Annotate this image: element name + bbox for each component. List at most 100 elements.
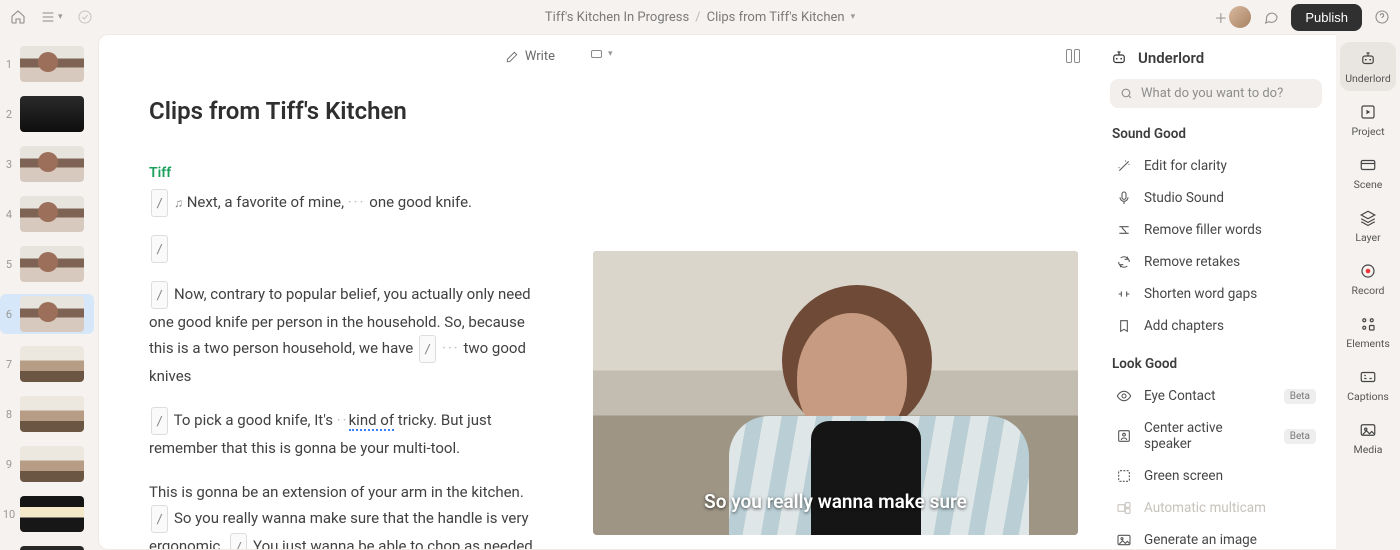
ai-action-bookmark[interactable]: Add chapters	[1110, 310, 1322, 342]
underlord-panel: Underlord What do you want to do? Sound …	[1096, 34, 1336, 550]
ai-action-label: Center active speaker	[1144, 420, 1272, 452]
ai-action-mic-sparkle[interactable]: Studio Sound	[1110, 182, 1322, 214]
rail-label: Captions	[1347, 390, 1389, 403]
thumb-index: 3	[2, 158, 16, 171]
thumbnail	[20, 96, 84, 132]
ai-action-label: Add chapters	[1144, 318, 1224, 334]
sync-status-icon	[77, 9, 93, 25]
rail-project[interactable]: Project	[1340, 95, 1396, 144]
breadcrumb-current[interactable]: Clips from Tiff's Kitchen	[707, 10, 845, 25]
layer-icon	[1359, 209, 1377, 227]
thumb-index: 5	[2, 258, 16, 271]
wand-icon	[1116, 158, 1132, 174]
mic-sparkle-icon	[1116, 190, 1132, 206]
multicam-icon	[1116, 500, 1132, 516]
thumbnail-row[interactable]: 3	[0, 144, 94, 184]
thumbnail	[20, 146, 84, 182]
document-title[interactable]: Clips from Tiff's Kitchen	[149, 97, 541, 125]
rail-layer[interactable]: Layer	[1340, 201, 1396, 250]
thumbnail-row[interactable]: 5	[0, 244, 94, 284]
beta-badge: Beta	[1284, 389, 1316, 404]
layout-toggle-icon[interactable]	[1066, 49, 1082, 63]
rail-captions[interactable]: Captions	[1340, 360, 1396, 409]
ai-action-wand[interactable]: Edit for clarity	[1110, 150, 1322, 182]
video-preview[interactable]: So you really wanna make sure	[593, 251, 1078, 535]
speaker-label[interactable]: Tiff	[149, 165, 541, 181]
write-tool[interactable]: Write	[505, 49, 555, 64]
thumbnail-row[interactable]: 11	[0, 544, 94, 550]
thumb-index: 2	[2, 108, 16, 121]
gap-icon	[1116, 286, 1132, 302]
breadcrumb-sep: /	[695, 10, 700, 25]
ai-action-green[interactable]: Green screen	[1110, 460, 1322, 492]
rail-record[interactable]: Record	[1340, 254, 1396, 303]
video-caption: So you really wanna make sure	[593, 490, 1078, 513]
add-collaborator[interactable]: ＋	[1214, 6, 1251, 28]
aspect-picker[interactable]: ▾	[591, 49, 613, 59]
right-rail: Underlord Project Scene Layer Record Ele…	[1336, 34, 1400, 550]
image-icon	[1116, 532, 1132, 548]
thumb-index: 7	[2, 358, 16, 371]
ai-action-label: Edit for clarity	[1144, 158, 1227, 174]
thumbnail-row[interactable]: 4	[0, 194, 94, 234]
script-line[interactable]: / ♫ Next, a favorite of mine, ··· one go…	[149, 189, 541, 217]
strike-icon	[1116, 222, 1132, 238]
thumbnail	[20, 496, 84, 532]
thumbnail-row[interactable]: 1	[0, 44, 94, 84]
ai-action-label: Studio Sound	[1144, 190, 1224, 206]
rail-scene[interactable]: Scene	[1340, 148, 1396, 197]
ai-action-gap[interactable]: Shorten word gaps	[1110, 278, 1322, 310]
rail-media[interactable]: Media	[1340, 413, 1396, 462]
scene-icon	[1359, 156, 1377, 174]
ai-action-label: Automatic multicam	[1144, 500, 1266, 516]
thumbnail-row[interactable]: 6	[0, 294, 94, 334]
bot-icon	[1359, 50, 1377, 68]
ai-action-center[interactable]: Center active speaker Beta	[1110, 412, 1322, 460]
media-icon	[1359, 421, 1377, 439]
comments-icon[interactable]	[1263, 9, 1279, 25]
thumbnail	[20, 196, 84, 232]
ai-action-strike[interactable]: Remove filler words	[1110, 214, 1322, 246]
script-line[interactable]: / To pick a good knife, It's ··kind of t…	[149, 407, 541, 461]
thumbnail-row[interactable]: 10	[0, 494, 94, 534]
thumbnail	[20, 396, 84, 432]
rail-elements[interactable]: Elements	[1340, 307, 1396, 356]
thumb-index: 9	[2, 458, 16, 471]
ai-search-input[interactable]: What do you want to do?	[1110, 79, 1322, 108]
rail-label: Elements	[1346, 337, 1390, 350]
chevron-down-icon[interactable]: ▾	[851, 12, 856, 22]
list-icon	[40, 9, 56, 25]
music-icon: ♫	[174, 196, 183, 210]
publish-button[interactable]: Publish	[1291, 4, 1362, 31]
rail-bot[interactable]: Underlord	[1340, 42, 1396, 91]
breadcrumb[interactable]: Tiff's Kitchen In Progress / Clips from …	[545, 0, 855, 34]
rail-label: Layer	[1355, 231, 1380, 244]
panel-title: Underlord	[1138, 49, 1204, 67]
thumbnail-row[interactable]: 9	[0, 444, 94, 484]
ai-action-image[interactable]: Generate an image	[1110, 524, 1322, 550]
breadcrumb-root[interactable]: Tiff's Kitchen In Progress	[545, 10, 689, 25]
thumbnail	[20, 446, 84, 482]
thumbnail	[20, 246, 84, 282]
thumbnail-row[interactable]: 8	[0, 394, 94, 434]
help-icon[interactable]	[1374, 9, 1390, 25]
outline-menu[interactable]: ▾	[40, 9, 63, 25]
rail-label: Scene	[1354, 178, 1383, 191]
ai-action-loop[interactable]: Remove retakes	[1110, 246, 1322, 278]
thumbnail	[20, 46, 84, 82]
thumbnail-row[interactable]: 2	[0, 94, 94, 134]
home-icon[interactable]	[10, 9, 26, 25]
search-placeholder: What do you want to do?	[1141, 86, 1283, 101]
eye-icon	[1116, 388, 1132, 404]
thumbnail	[20, 296, 84, 332]
ai-action-label: Remove retakes	[1144, 254, 1240, 270]
thumbnail-row[interactable]: 7	[0, 344, 94, 384]
thumb-index: 1	[2, 58, 16, 71]
thumbnail	[20, 346, 84, 382]
captions-icon	[1359, 368, 1377, 386]
script-line[interactable]: / Now, contrary to popular belief, you a…	[149, 281, 541, 389]
script-line[interactable]: /	[149, 235, 541, 263]
thumb-index: 6	[2, 308, 16, 321]
script-line[interactable]: This is gonna be an extension of your ar…	[149, 479, 541, 550]
ai-action-eye[interactable]: Eye Contact Beta	[1110, 380, 1322, 412]
